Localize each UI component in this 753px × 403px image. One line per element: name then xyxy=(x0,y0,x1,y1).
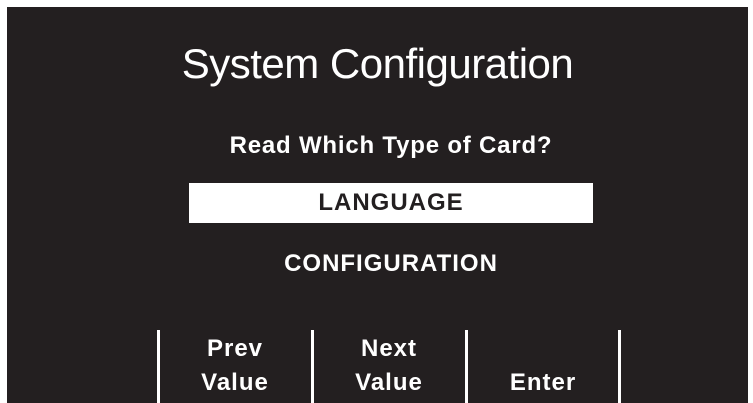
softkey-divider xyxy=(618,330,621,403)
enter-softkey[interactable]: Enter xyxy=(468,330,618,403)
prev-value-softkey[interactable]: Prev Value xyxy=(160,330,310,403)
next-value-softkey[interactable]: Next Value xyxy=(314,330,464,403)
display-screen: System Configuration Read Which Type of … xyxy=(7,7,748,403)
softkey-bar: Prev Value Next Value Enter xyxy=(7,330,748,403)
softkey-label-line2: Enter xyxy=(509,369,577,396)
softkey-label-line2: Value xyxy=(355,369,423,396)
softkey-label-line1 xyxy=(468,332,618,366)
softkey-label-line1: Next xyxy=(360,335,418,362)
card-type-prompt: Read Which Type of Card? xyxy=(229,132,553,159)
softkey-label-line1: Prev xyxy=(206,335,264,362)
option-language[interactable]: LANGUAGE xyxy=(189,183,593,223)
option-configuration[interactable]: CONFIGURATION xyxy=(189,244,593,284)
softkey-label-line2: Value xyxy=(201,369,269,396)
screen-title: System Configuration xyxy=(181,40,574,87)
